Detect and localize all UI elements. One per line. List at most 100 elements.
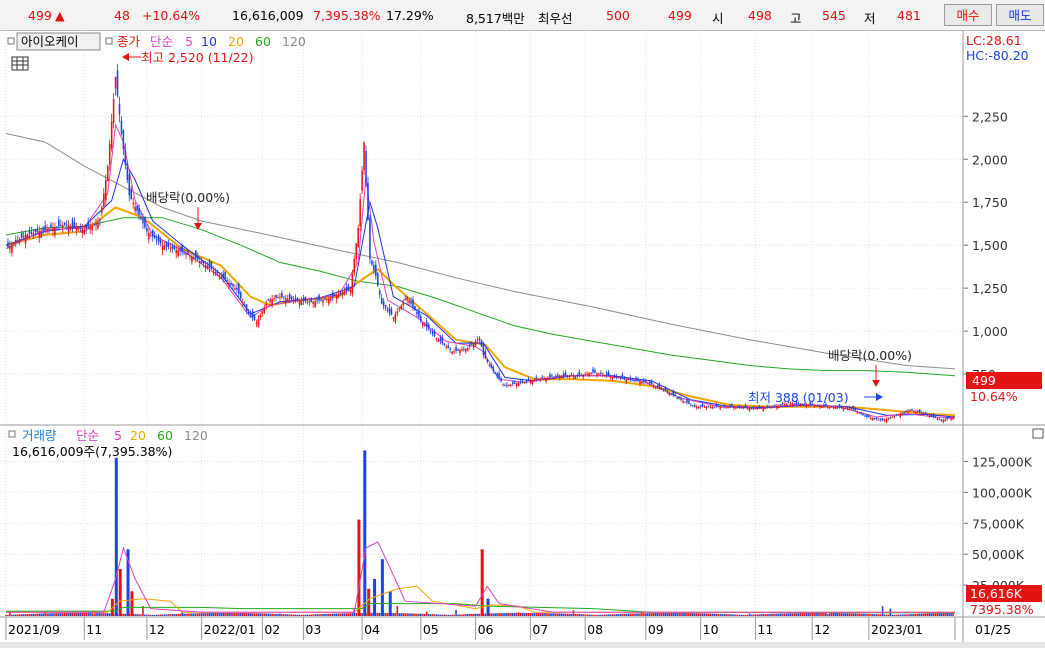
candle-body bbox=[91, 225, 93, 231]
candle-body bbox=[915, 411, 917, 414]
stock-chart[interactable]: 7501,0001,2501,5001,7502,0002,25025,000K… bbox=[0, 31, 1045, 642]
candle-body bbox=[564, 372, 567, 376]
volume-bar bbox=[868, 613, 870, 616]
candle-body bbox=[805, 404, 808, 408]
sell-button[interactable]: 매도 bbox=[996, 4, 1044, 26]
volume-bar bbox=[915, 613, 917, 616]
candle-body bbox=[766, 405, 768, 408]
candle-body bbox=[895, 414, 898, 416]
volume-bar bbox=[316, 614, 318, 616]
candle-body bbox=[680, 398, 682, 400]
candle-body bbox=[414, 305, 416, 311]
candle-body bbox=[322, 299, 324, 303]
best-quote-label: 최우선 bbox=[538, 11, 573, 26]
candle-body bbox=[879, 419, 882, 421]
volume-bar bbox=[77, 612, 80, 616]
volume-bar bbox=[445, 614, 448, 616]
candle-body bbox=[670, 393, 673, 395]
candle-body bbox=[566, 375, 569, 377]
candle-body bbox=[881, 418, 884, 421]
volume-bar bbox=[30, 613, 33, 616]
volume-bar bbox=[801, 613, 804, 616]
volume-bar bbox=[770, 613, 772, 616]
candle-body bbox=[28, 230, 31, 234]
candle-body bbox=[388, 307, 391, 313]
candle-body bbox=[103, 193, 105, 207]
volume-bar bbox=[697, 613, 700, 616]
candle-body bbox=[813, 405, 815, 407]
volume-bar bbox=[331, 613, 334, 616]
volume-bar bbox=[361, 612, 363, 616]
volume-bar bbox=[421, 613, 424, 616]
time-tick-label: 06 bbox=[478, 622, 494, 637]
candle-body bbox=[218, 275, 221, 277]
volume-bar bbox=[443, 614, 446, 616]
volume-bar bbox=[510, 612, 512, 616]
candle-body bbox=[674, 394, 676, 397]
volume-bar bbox=[349, 613, 352, 616]
volume-bar bbox=[28, 613, 31, 616]
price-tick-label: 2,250 bbox=[972, 109, 1008, 124]
candle-body bbox=[9, 245, 11, 250]
scroll-bar[interactable] bbox=[0, 642, 1045, 648]
volume-bar bbox=[425, 611, 428, 616]
volume-bar bbox=[723, 614, 725, 616]
volume-bar bbox=[750, 614, 753, 616]
volume-bar bbox=[693, 613, 696, 616]
buy-button[interactable]: 매수 bbox=[944, 4, 992, 26]
candle-body bbox=[249, 314, 252, 316]
panel-close-icon[interactable] bbox=[1032, 428, 1044, 439]
candle-body bbox=[195, 250, 197, 259]
candle-body bbox=[873, 418, 876, 420]
candle-body bbox=[93, 224, 95, 226]
candle-body bbox=[331, 292, 334, 298]
candle-body bbox=[412, 299, 414, 308]
volume-bar bbox=[817, 612, 819, 616]
volume-bar bbox=[778, 613, 780, 616]
volume-bar bbox=[337, 613, 340, 616]
volume-bar bbox=[566, 613, 569, 616]
candle-body bbox=[429, 330, 432, 332]
candle-body bbox=[165, 241, 168, 247]
volume-bar bbox=[729, 614, 731, 616]
volume-bar bbox=[132, 614, 134, 616]
volume-bar bbox=[130, 591, 134, 616]
candle-body bbox=[633, 380, 635, 382]
volume-bar bbox=[65, 612, 68, 616]
candle-body bbox=[85, 224, 88, 229]
volume-bar bbox=[615, 614, 618, 616]
volume-bar bbox=[472, 613, 475, 616]
ma10-label: 10 bbox=[201, 34, 217, 49]
volume-bar bbox=[202, 613, 205, 616]
candle-body bbox=[271, 299, 273, 306]
volume-bar bbox=[627, 613, 630, 616]
price-tick-label: 1,750 bbox=[972, 195, 1008, 210]
volume-bar bbox=[672, 612, 675, 616]
volume-badge-value: 16,616K bbox=[970, 586, 1023, 601]
volume-bar bbox=[862, 613, 864, 616]
table-toggle-icon[interactable] bbox=[11, 56, 29, 71]
volume-bar bbox=[952, 612, 954, 616]
candle-body bbox=[474, 341, 477, 346]
candle-body bbox=[537, 379, 540, 381]
candle-body bbox=[108, 143, 111, 165]
candle-body bbox=[692, 405, 694, 407]
candle-body bbox=[273, 298, 275, 300]
volume-bar bbox=[216, 612, 219, 616]
candle-body bbox=[529, 380, 532, 383]
volume-bar bbox=[333, 613, 336, 616]
candle-body bbox=[22, 236, 25, 238]
volume-bar bbox=[157, 614, 160, 616]
volume-bar bbox=[99, 613, 101, 616]
volume-bar bbox=[727, 614, 729, 616]
volume-bar bbox=[883, 614, 886, 616]
candle-body bbox=[688, 400, 690, 404]
dividend-label-left: 배당락(0.00%) bbox=[146, 190, 230, 205]
candle-body bbox=[744, 405, 747, 408]
volume-bar bbox=[780, 613, 782, 616]
volume-ma5-label: 5 bbox=[114, 428, 122, 443]
volume-bar bbox=[907, 614, 909, 616]
volume-bar bbox=[688, 613, 690, 616]
candle-body bbox=[24, 234, 27, 244]
volume-bar bbox=[459, 614, 461, 616]
